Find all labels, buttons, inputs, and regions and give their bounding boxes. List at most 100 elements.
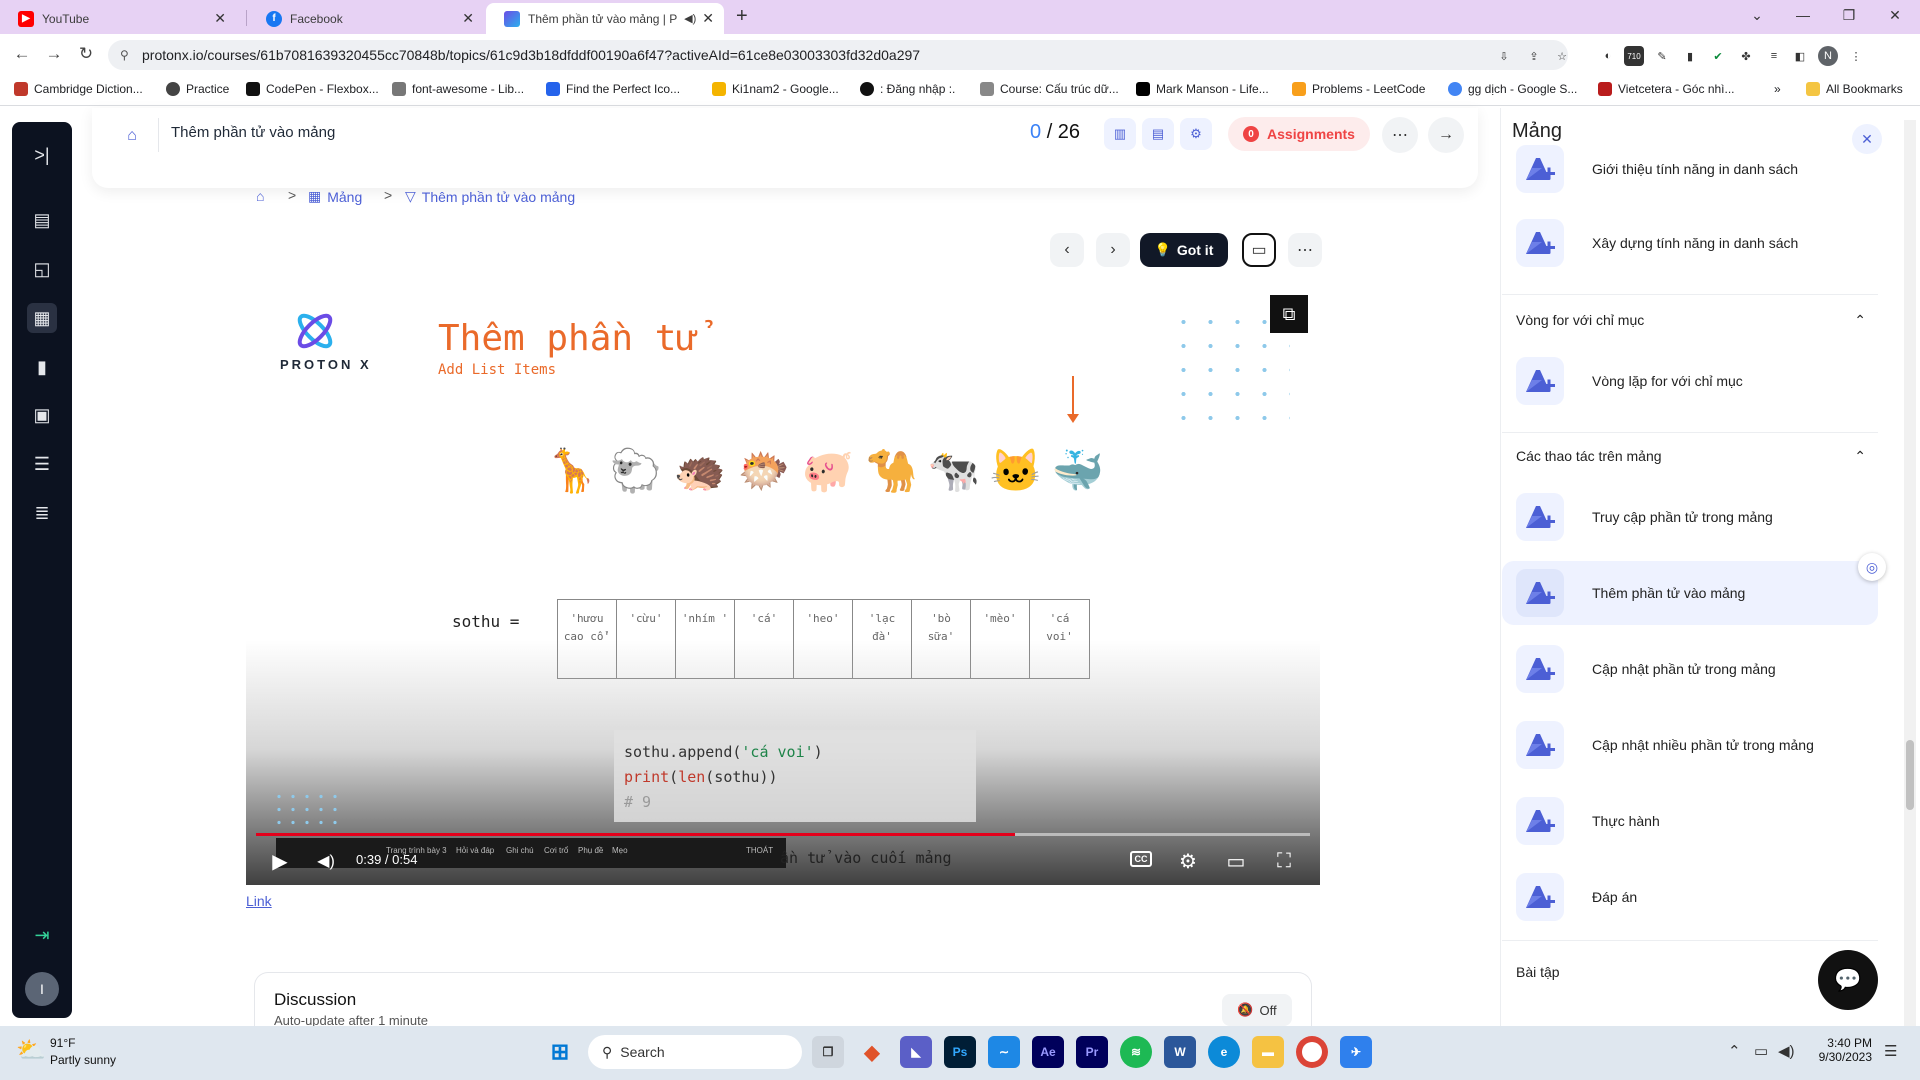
next-lesson-button[interactable]: › (1096, 233, 1130, 267)
all-bookmarks-button[interactable]: All Bookmarks (1806, 82, 1903, 96)
extension-badge[interactable]: 710 (1624, 46, 1644, 66)
more-bookmarks-button[interactable]: » (1774, 82, 1781, 96)
close-icon[interactable]: ✕ (214, 10, 226, 27)
assistant-icon[interactable]: ◎ (1858, 553, 1886, 581)
sidebar-lesson-item[interactable]: Thêm phần tử vào mảng (1502, 561, 1878, 625)
tab-search-icon[interactable]: ⌄ (1734, 0, 1780, 30)
media-icon[interactable]: ≡ (1764, 46, 1784, 66)
comment-icon[interactable]: ▭ (1242, 233, 1276, 267)
extension-icon[interactable]: ▮ (1680, 46, 1700, 66)
open-external-icon[interactable]: ⧉ (1270, 295, 1308, 333)
chevron-up-icon[interactable]: ⌃ (1854, 312, 1866, 329)
calendar-icon[interactable]: ▣ (27, 400, 57, 430)
sidebar-lesson-item[interactable]: Đáp án (1502, 865, 1878, 929)
sidebar-section-header[interactable]: Vòng for với chỉ mục ⌃ (1516, 312, 1866, 329)
bookmark-item[interactable]: Problems - LeetCode (1292, 82, 1425, 96)
bookmark-item[interactable]: gg dịch - Google S... (1448, 82, 1577, 96)
photoshop-icon[interactable]: Ps (944, 1036, 976, 1068)
minimize-button[interactable]: — (1780, 0, 1826, 30)
word-icon[interactable]: W (1164, 1036, 1196, 1068)
tray-chevron-icon[interactable]: ⌃ (1728, 1042, 1741, 1060)
app-icon[interactable]: ✈ (1340, 1036, 1372, 1068)
forward-button[interactable]: → (42, 42, 66, 66)
breadcrumb-home-icon[interactable]: ⌂ (256, 188, 264, 204)
bookmark-star-icon[interactable]: ☆ (1552, 46, 1572, 66)
reload-button[interactable]: ↻ (74, 42, 98, 66)
extension-icon[interactable]: ◐ (1598, 46, 1618, 66)
bookmark-item[interactable]: Vietcetera - Góc nhì... (1598, 82, 1735, 96)
prev-lesson-button[interactable]: ‹ (1050, 233, 1084, 267)
notes-icon[interactable]: ◱ (27, 254, 57, 284)
taskbar-clock[interactable]: 3:40 PM 9/30/2023 (1812, 1036, 1872, 1064)
share-icon[interactable]: ⇪ (1524, 46, 1544, 66)
file-explorer-icon[interactable]: ▬ (1252, 1036, 1284, 1068)
url-text[interactable]: protonx.io/courses/61b7081639320455cc708… (142, 47, 920, 63)
puzzle-icon[interactable]: ✤ (1736, 46, 1756, 66)
gear-icon[interactable]: ⚙ (1172, 845, 1204, 877)
volume-tray-icon[interactable]: ◀) (1778, 1042, 1795, 1060)
task-view-icon[interactable]: ❐ (812, 1036, 844, 1068)
close-icon[interactable]: ✕ (462, 10, 474, 27)
windows-start-icon[interactable]: ⊞ (544, 1036, 576, 1068)
spotify-icon[interactable]: ≋ (1120, 1036, 1152, 1068)
sidebar-section-header[interactable]: Bài tập (1516, 964, 1866, 980)
more-options-button[interactable]: ⋯ (1288, 233, 1322, 267)
sidebar-section-header[interactable]: Các thao tác trên mảng ⌃ (1516, 448, 1866, 465)
breadcrumb-current[interactable]: ▽ Thêm phần tử vào mảng (405, 188, 575, 205)
new-tab-button[interactable]: + (736, 5, 748, 28)
captions-button[interactable]: CC (1130, 851, 1152, 867)
close-icon[interactable]: ✕ (702, 10, 714, 27)
sidebar-lesson-item[interactable]: Thực hành (1502, 789, 1878, 853)
profile-avatar[interactable]: N (1818, 46, 1838, 66)
notification-icon[interactable]: ☰ (1884, 1042, 1897, 1060)
back-button[interactable]: ← (10, 42, 34, 66)
assignments-button[interactable]: 0 Assignments (1228, 117, 1370, 151)
chevron-up-icon[interactable]: ⌃ (1854, 448, 1866, 465)
bookmark-item[interactable]: Mark Manson - Life... (1136, 82, 1269, 96)
tab-facebook[interactable]: f Facebook ✕ (248, 3, 484, 34)
fullscreen-icon[interactable]: ⛶ (1268, 845, 1300, 877)
chrome-icon[interactable] (1296, 1036, 1328, 1068)
app-icon[interactable]: ◣ (900, 1036, 932, 1068)
app-icon[interactable]: ◆ (856, 1036, 888, 1068)
network-icon[interactable]: ▭ (1754, 1042, 1768, 1060)
bookmark-item[interactable]: Find the Perfect Ico... (546, 82, 680, 96)
sidebar-lesson-item[interactable]: Vòng lặp for với chỉ mục (1502, 349, 1878, 413)
miniplayer-icon[interactable]: ▭ (1220, 845, 1252, 877)
bookmark-icon[interactable]: ▮ (27, 352, 57, 382)
bookmark-item[interactable]: Practice (166, 82, 229, 96)
sidebar-lesson-item[interactable]: Xây dựng tính năng in danh sách (1502, 211, 1878, 275)
tab-youtube[interactable]: ▶ YouTube ✕ (0, 3, 236, 34)
logout-icon[interactable]: ⇥ (27, 920, 57, 950)
speaker-icon[interactable]: ◀) (684, 12, 696, 25)
scrollbar[interactable] (1904, 120, 1916, 1026)
close-window-button[interactable]: ✕ (1872, 0, 1918, 30)
more-button[interactable]: ⋯ (1382, 117, 1418, 153)
home-icon[interactable]: ⌂ (120, 124, 144, 148)
clipboard-icon[interactable]: ▤ (1142, 118, 1174, 150)
install-icon[interactable]: ⇩ (1494, 46, 1514, 66)
site-info-icon[interactable]: ⚲ (120, 48, 129, 62)
sidebar-lesson-item[interactable]: Giới thiệu tính năng in danh sách (1502, 137, 1878, 201)
sidebar-lesson-item[interactable]: Cập nhật phần tử trong mảng (1502, 637, 1878, 701)
taskbar-search[interactable]: ⚲ Search (588, 1035, 802, 1069)
bookmark-item[interactable]: : Đăng nhập :. (860, 82, 955, 96)
breadcrumb-mang[interactable]: ▦ Mảng (308, 188, 362, 205)
extension-icon[interactable]: ✎ (1652, 46, 1672, 66)
courses-icon[interactable]: ▤ (27, 205, 57, 235)
bookmark-item[interactable]: Cambridge Diction... (14, 82, 143, 96)
weather-icon[interactable]: ⛅ (16, 1036, 46, 1065)
dashboard-icon[interactable]: ▦ (27, 303, 57, 333)
checklist-icon[interactable]: ☰ (27, 449, 57, 479)
sidebar-lesson-item[interactable]: Truy cập phần tử trong mảng (1502, 485, 1878, 549)
link[interactable]: Link (246, 893, 272, 909)
bookmark-item[interactable]: Ki1nam2 - Google... (712, 82, 839, 96)
volume-icon[interactable]: ◀) (310, 845, 342, 877)
chat-button[interactable]: 💬 (1818, 950, 1878, 1010)
bookmark-item[interactable]: font-awesome - Lib... (392, 82, 524, 96)
got-it-button[interactable]: 💡 Got it (1140, 233, 1228, 267)
expand-icon[interactable]: >| (27, 140, 57, 170)
app-icon[interactable]: ∼ (988, 1036, 1020, 1068)
next-arrow-button[interactable]: → (1428, 117, 1464, 153)
bookmark-item[interactable]: CodePen - Flexbox... (246, 82, 379, 96)
